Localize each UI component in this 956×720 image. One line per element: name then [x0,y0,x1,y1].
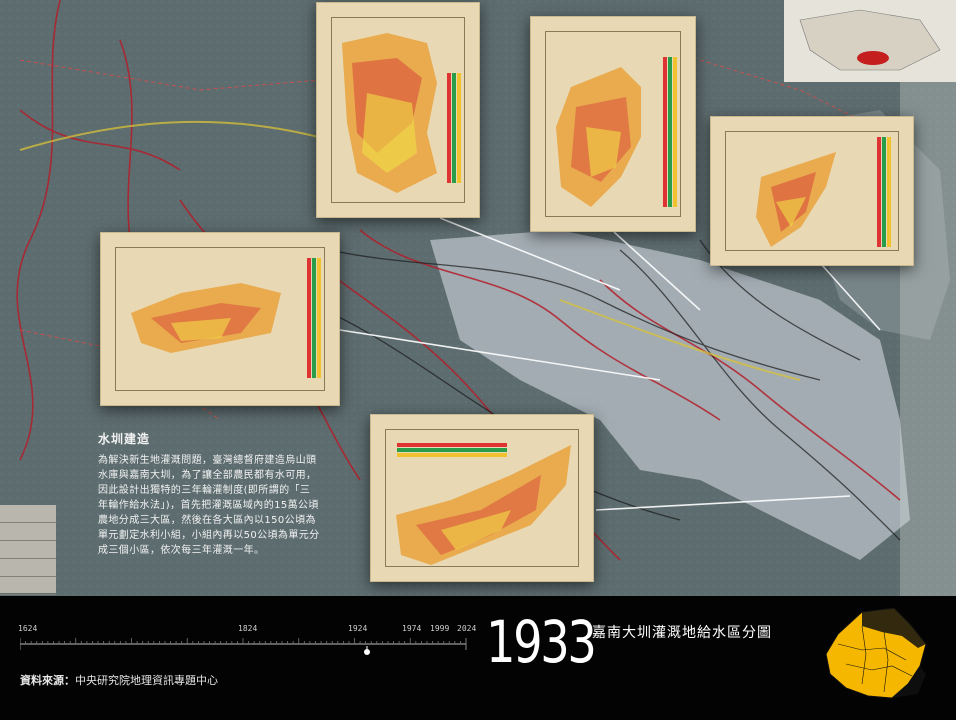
timeline-marker-icon[interactable] [363,646,371,658]
timeline-label-1924: 1924 [348,624,368,633]
info-body: 為解決新生地灌溉問題，臺灣總督府建造烏山頭水庫與嘉南大圳，為了讓全部農民都有水可… [98,455,320,556]
timeline[interactable]: 1624 1824 1924 1974 1999 2024 [18,624,476,655]
map-viewer: 水圳建造 為解決新生地灌溉問題，臺灣總督府建造烏山頭水庫與嘉南大圳，為了讓全部農… [0,0,956,720]
timeline-ruler [19,638,467,650]
map-legend-box [0,505,56,595]
map-sheet-3[interactable] [710,116,914,266]
timeline-label-2024: 2024 [457,624,477,633]
info-heading: 水圳建造 [98,432,151,446]
source-label: 資料來源： [20,674,75,687]
source-value: 中央研究院地理資訊專題中心 [75,674,218,687]
map-title: 嘉南大圳灌溉地給水區分圖 [592,625,772,641]
timeline-label-1974: 1974 [402,624,422,633]
map-sheet-3-graphic [756,137,891,247]
region-locator-map-icon [825,607,927,699]
map-sheet-5[interactable] [370,414,594,582]
info-panel: 水圳建造 為解決新生地灌溉問題，臺灣總督府建造烏山頭水庫與嘉南大圳，為了讓全部農… [98,430,320,558]
map-sheet-1-graphic [342,33,461,193]
map-sheet-4[interactable] [100,232,340,406]
timeline-label-1999: 1999 [430,624,450,633]
map-sheet-4-graphic [131,258,321,378]
timeline-label-1824: 1824 [238,624,258,633]
current-year: 1933 [486,608,597,676]
map-sheet-5-graphic [396,443,571,565]
timeline-label-1624: 1624 [18,624,38,633]
map-sheet-2-graphic [556,57,677,207]
map-sheet-2[interactable] [530,16,696,232]
map-sheet-1[interactable] [316,2,480,218]
source-credit: 資料來源：中央研究院地理資訊專題中心 [20,672,218,688]
bottom-bar: 1624 1824 1924 1974 1999 2024 1933 嘉南大圳灌… [0,596,956,720]
